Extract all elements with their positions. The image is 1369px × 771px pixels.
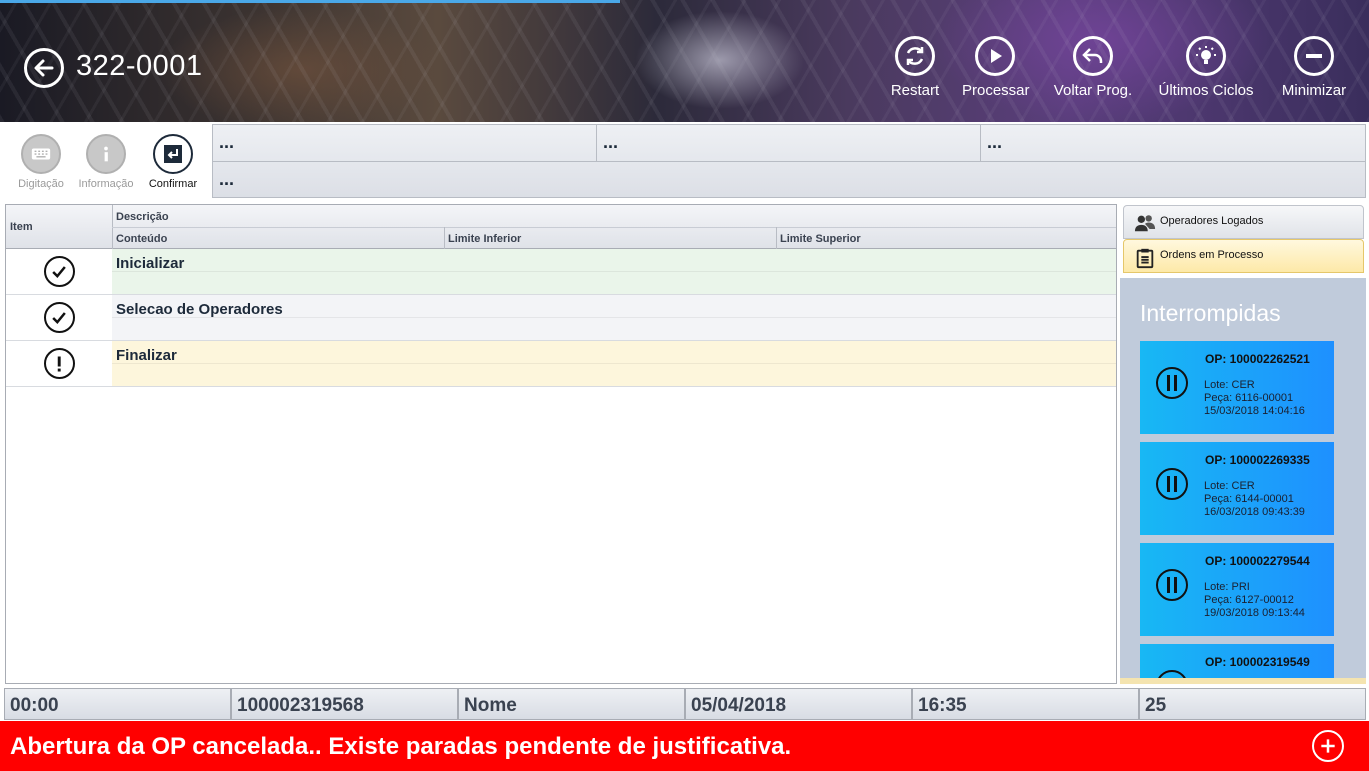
play-icon [991,49,1002,63]
minus-icon [1306,54,1322,58]
voltar-prog-button[interactable]: Voltar Prog. [1051,36,1135,99]
column-conteudo: Conteúdo [116,233,168,245]
order-date: 19/03/2018 09:13:44 [1204,607,1305,619]
order-number: OP: 100002269335 [1205,453,1310,467]
voltar-prog-label: Voltar Prog. [1053,82,1133,99]
check-circle-icon [43,302,75,333]
step-status-cell [6,295,112,340]
back-button[interactable] [24,48,64,88]
minimizar-label: Minimizar [1281,82,1347,99]
order-peca: Peça: 6144-00001 [1204,493,1294,505]
info-cell-3: ... [981,125,1365,162]
digitacao-button[interactable]: Digitação [12,134,70,190]
status-date: 05/04/2018 [685,688,912,720]
status-operator-name: Nome [458,688,685,720]
pause-icon [1156,367,1188,399]
step-row-selecao-operadores[interactable]: Selecao de Operadores [6,295,1116,341]
order-lote: Lote: CER [1204,379,1255,391]
undo-icon [1082,48,1103,63]
pause-icon [1156,569,1188,601]
info-cell-2: ... [597,125,981,162]
page-title: 322-0001 [76,50,203,82]
app-header: 322-0001 Restart Processar Voltar Prog. [0,0,1369,122]
ultimos-ciclos-label: Últimos Ciclos [1158,82,1254,99]
informacao-button[interactable]: Informação [75,134,137,190]
order-peca: Peça: 6116-00001 [1204,392,1294,404]
expand-button[interactable] [1312,730,1344,762]
step-title: Selecao de Operadores [116,301,283,318]
tab-operadores-logados[interactable]: Operadores Logados [1123,205,1364,239]
tab-ordens-em-processo[interactable]: Ordens em Processo [1123,239,1364,273]
info-icon [104,146,108,162]
step-title: Inicializar [116,255,185,272]
lightbulb-icon [1196,46,1216,64]
restart-label: Restart [890,82,940,99]
info-cell-4: ... [219,169,235,189]
clipboard-icon [1136,248,1154,269]
users-icon [1134,215,1156,232]
keyboard-icon [31,148,51,160]
column-limite-inferior: Limite Inferior [448,233,522,245]
order-number: OP: 100002279544 [1205,554,1310,568]
arrow-left-icon [34,59,54,77]
error-banner: Abertura da OP cancelada.. Existe parada… [0,721,1369,771]
header-accent-line [0,0,620,3]
step-status-cell [6,249,112,294]
grid-header: Item Descrição Conteúdo Limite Inferior … [6,205,1116,249]
order-date: 16/03/2018 09:43:39 [1204,506,1305,518]
order-number: OP: 100002262521 [1205,352,1310,366]
order-number: OP: 100002319549 [1205,655,1310,669]
order-card[interactable]: OP: 100002279544 Lote: PRI Peça: 6127-00… [1140,543,1334,636]
order-card[interactable]: OP: 100002262521 Lote: CER Peça: 6116-00… [1140,341,1334,434]
step-row-finalizar[interactable]: Finalizar [6,341,1116,387]
status-count: 25 [1139,688,1366,720]
order-peca: Peça: 6127-00012 [1204,594,1294,606]
column-limite-superior: Limite Superior [780,233,861,245]
restart-button[interactable]: Restart [890,36,940,99]
info-cell-1: ... [213,125,597,162]
processar-label: Processar [962,82,1030,99]
error-message: Abertura da OP cancelada.. Existe parada… [10,733,792,760]
column-descricao: Descrição [116,211,169,223]
check-circle-icon [43,256,75,287]
status-bar: 00:00 100002319568 Nome 05/04/2018 16:35… [4,688,1366,720]
pause-icon [1156,468,1188,500]
column-item: Item [10,221,33,233]
tab-label: Operadores Logados [1160,215,1264,227]
info-panel: ... ... ... ... [212,124,1366,198]
order-lote: Lote: PRI [1204,581,1250,593]
informacao-label: Informação [78,178,134,190]
confirmar-label: Confirmar [148,178,198,190]
minimizar-button[interactable]: Minimizar [1279,36,1349,99]
plus-icon [1321,739,1335,753]
step-status-cell [6,341,112,386]
ultimos-ciclos-button[interactable]: Últimos Ciclos [1156,36,1256,99]
status-timer: 00:00 [4,688,231,720]
step-title: Finalizar [116,347,177,364]
status-time: 16:35 [912,688,1139,720]
tab-label: Ordens em Processo [1160,249,1264,261]
refresh-icon [906,47,924,65]
order-date: 15/03/2018 14:04:16 [1204,405,1305,417]
steps-grid: Item Descrição Conteúdo Limite Inferior … [5,204,1117,684]
section-title: Interrompidas [1140,300,1281,326]
enter-icon [164,145,182,163]
digitacao-label: Digitação [18,178,64,190]
confirmar-button[interactable]: Confirmar [144,134,202,190]
step-row-inicializar[interactable]: Inicializar [6,249,1116,295]
processar-button[interactable]: Processar [962,36,1030,99]
order-lote: Lote: CER [1204,480,1255,492]
orders-list[interactable]: Interrompidas OP: 100002262521 Lote: CER… [1120,278,1366,684]
status-op-number: 100002319568 [231,688,458,720]
order-card[interactable]: OP: 100002269335 Lote: CER Peça: 6144-00… [1140,442,1334,535]
exclamation-circle-icon [43,348,75,379]
side-panel: Operadores Logados Ordens em Processo In… [1120,204,1369,684]
